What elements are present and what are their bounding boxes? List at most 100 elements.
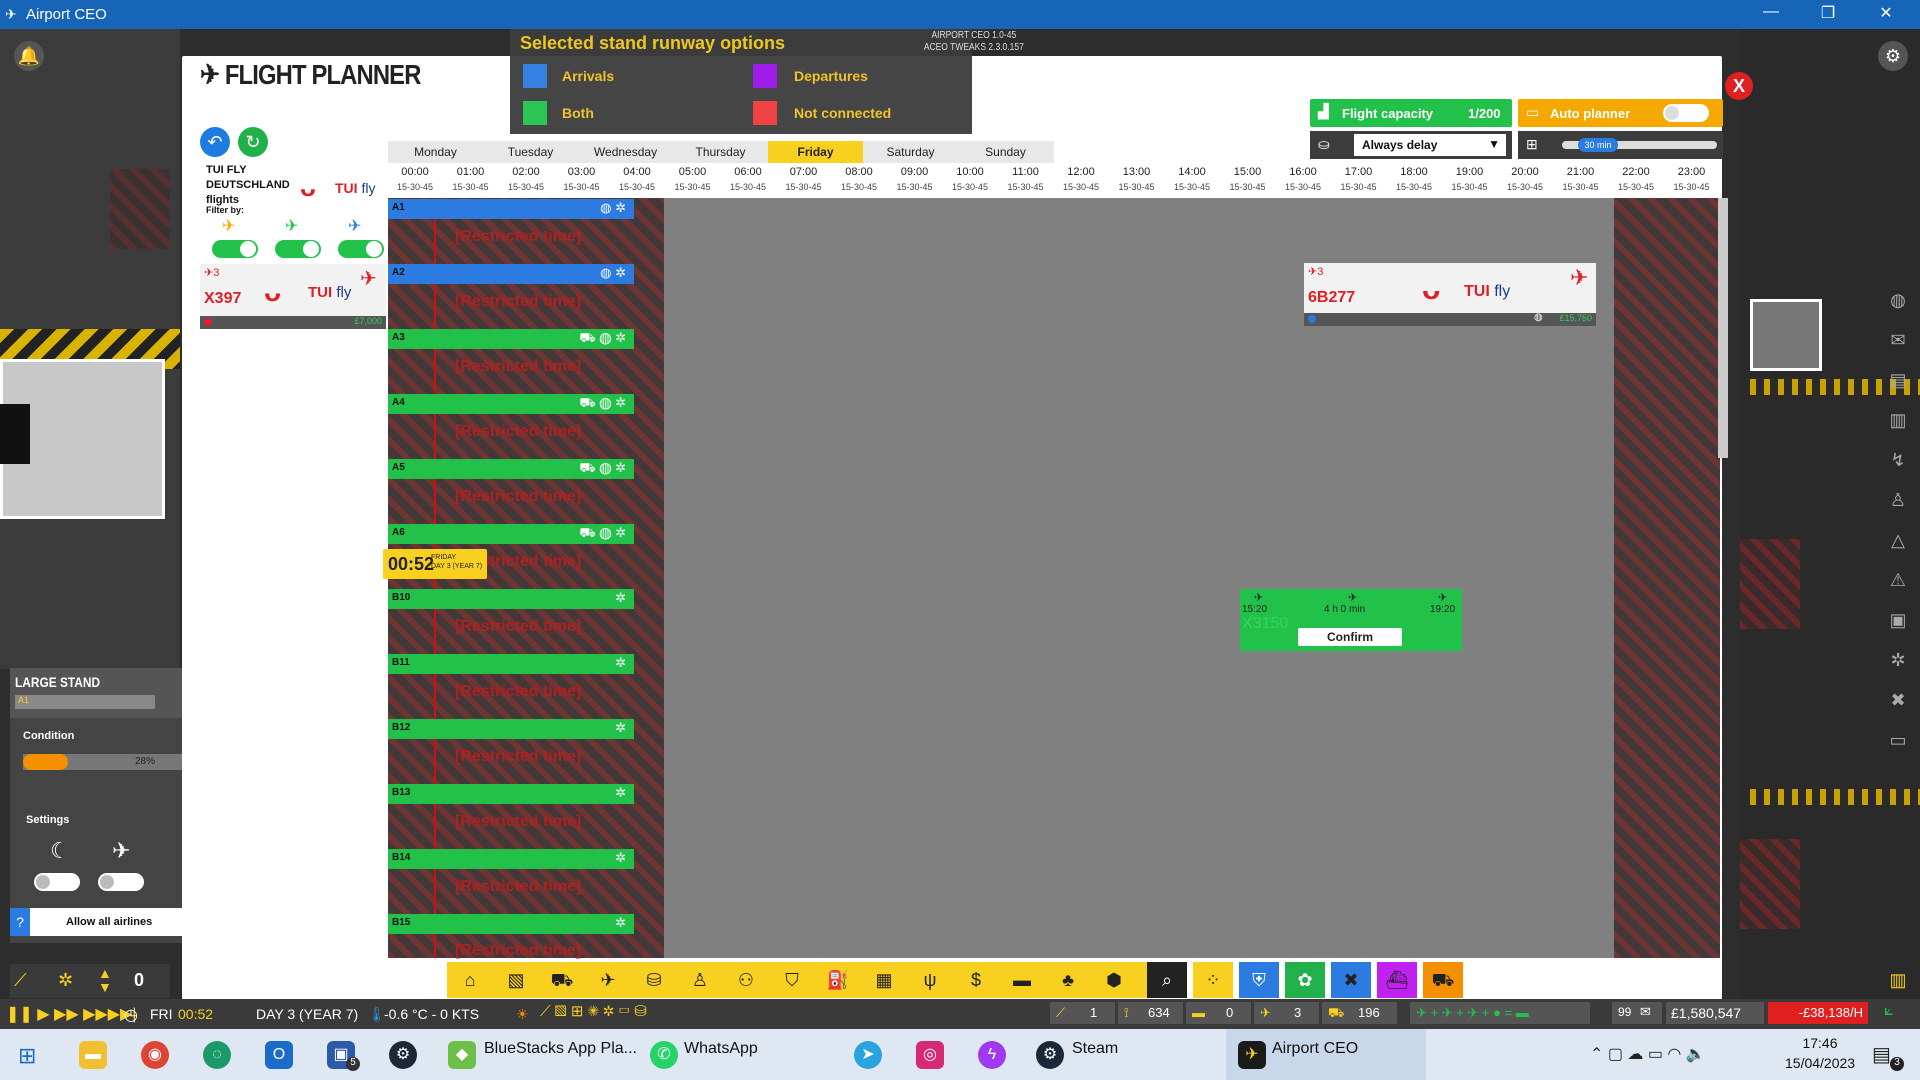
- confirm-button[interactable]: Confirm: [1298, 628, 1402, 646]
- tools-icon[interactable]: ✖: [1880, 680, 1916, 720]
- gear-icon[interactable]: ✲: [615, 655, 626, 671]
- instagram-icon[interactable]: ◎: [916, 1041, 944, 1069]
- filter-toggle-arrivals[interactable]: [338, 240, 384, 258]
- shield-icon[interactable]: ⛨: [1239, 962, 1279, 998]
- baggage-icon[interactable]: ⛁: [634, 962, 674, 998]
- outlook-icon[interactable]: O: [265, 1041, 293, 1069]
- messenger-icon[interactable]: ϟ: [978, 1041, 1006, 1069]
- build-icon[interactable]: ⟋: [14, 970, 27, 991]
- steam-icon[interactable]: ⚙: [389, 1041, 417, 1069]
- gear-icon[interactable]: ✲: [615, 785, 626, 801]
- grid-scrollbar[interactable]: [1718, 198, 1728, 458]
- chart-icon[interactable]: ▥: [1880, 400, 1916, 440]
- people-icon[interactable]: ⚇: [726, 962, 766, 998]
- notification-center-icon[interactable]: ▤: [1872, 1042, 1891, 1067]
- unassigned-flight-card[interactable]: ✈3 X397 ᴗ TUI fly ✈ £7,000: [200, 264, 386, 329]
- filter-toggle-departures[interactable]: [212, 240, 258, 258]
- chrome-icon[interactable]: ◉: [141, 1041, 169, 1069]
- telegram-icon[interactable]: ➤: [854, 1041, 882, 1069]
- runway-tools-icon[interactable]: ✖: [1331, 962, 1371, 998]
- file-explorer-icon[interactable]: ▬: [79, 1041, 107, 1069]
- taskbar-clock[interactable]: 17:46 15/04/2023: [1785, 1035, 1855, 1071]
- vehicle-tool-icon[interactable]: ⛟: [1423, 962, 1463, 998]
- filter-toggle-both[interactable]: [275, 240, 321, 258]
- monitor-icon[interactable]: ▭: [1880, 720, 1916, 760]
- close-window-button[interactable]: ✕: [1866, 3, 1906, 23]
- auto-planner-toggle[interactable]: [1663, 104, 1709, 122]
- globe-gear-icon[interactable]: ◍ ✲: [600, 265, 626, 281]
- shop-icon[interactable]: ▦: [864, 962, 904, 998]
- close-planner-button[interactable]: X: [1725, 72, 1753, 100]
- stand-row-a6[interactable]: A6 ⛟ ◍ ✲: [388, 524, 634, 544]
- zone-icon[interactable]: ▧: [496, 962, 536, 998]
- mail-counter[interactable]: 99 ✉: [1612, 1002, 1662, 1024]
- globe-gear-icon[interactable]: ◍ ✲: [600, 200, 626, 216]
- box-icon[interactable]: ⬢: [1094, 962, 1134, 998]
- staff-icon[interactable]: ♙: [680, 962, 720, 998]
- vehicle-icon[interactable]: ▣: [1880, 600, 1916, 640]
- bus-globe-gear-icon[interactable]: ⛟ ◍ ✲: [579, 525, 626, 543]
- gear-icon[interactable]: ✲: [615, 915, 626, 931]
- stand-row-b15[interactable]: B15 ✲: [388, 914, 634, 934]
- food-icon[interactable]: ψ: [910, 962, 950, 998]
- undo-button[interactable]: ↶: [200, 127, 230, 157]
- airport-ceo-icon[interactable]: ✈: [1238, 1041, 1266, 1069]
- stand-row-a3[interactable]: A3 ⛟ ◍ ✲: [388, 329, 634, 349]
- windows-start-icon[interactable]: ⊞: [18, 1043, 36, 1069]
- gear-icon[interactable]: ✲: [615, 590, 626, 606]
- document-icon[interactable]: ▤: [1880, 360, 1916, 400]
- taskbar-whatsapp[interactable]: WhatsApp: [684, 1040, 758, 1058]
- cog-icon[interactable]: ✲: [1880, 640, 1916, 680]
- maximize-button[interactable]: ❐: [1808, 3, 1848, 23]
- stand-row-a2[interactable]: A2 ◍ ✲: [388, 264, 634, 284]
- day-saturday[interactable]: Saturday: [863, 141, 958, 163]
- settings-gear-icon[interactable]: ⚙: [1878, 41, 1908, 71]
- system-tray-icons[interactable]: ⌃ ▢ ☁ ▭ ◠ 🔈: [1590, 1044, 1706, 1064]
- money-icon[interactable]: $: [956, 962, 996, 998]
- gear-icon[interactable]: ✲: [615, 720, 626, 736]
- edge-icon[interactable]: ◌: [203, 1041, 231, 1069]
- day-sunday[interactable]: Sunday: [958, 141, 1053, 163]
- night-toggle[interactable]: [34, 873, 80, 891]
- finance-icon[interactable]: ⟀: [1884, 1002, 1894, 1020]
- day-friday[interactable]: Friday: [768, 141, 863, 163]
- stand-row-a4[interactable]: A4 ⛟ ◍ ✲: [388, 394, 634, 414]
- stand-row-b10[interactable]: B10 ✲: [388, 589, 634, 609]
- stand-row-a1[interactable]: A1 ◍ ✲: [388, 199, 634, 219]
- speed-controls[interactable]: ❚❚ ▶ ▶▶ ▶▶▶▶|: [6, 1004, 136, 1024]
- bluestacks-icon[interactable]: ◆: [448, 1041, 476, 1069]
- mail-icon[interactable]: ✉: [1880, 320, 1916, 360]
- departure-tool-icon[interactable]: ⛴: [1377, 962, 1417, 998]
- minimize-button[interactable]: —: [1751, 3, 1791, 21]
- search-icon[interactable]: ⌕: [1147, 962, 1187, 998]
- taskbar-steam[interactable]: Steam: [1072, 1040, 1118, 1058]
- seating-icon[interactable]: ▬: [1002, 962, 1042, 998]
- whatsapp-icon[interactable]: ✆: [650, 1041, 678, 1069]
- aircraft-icon[interactable]: ✈: [588, 962, 628, 998]
- route-icon[interactable]: ↯: [1880, 440, 1916, 480]
- bus-globe-gear-icon[interactable]: ⛟ ◍ ✲: [579, 330, 626, 348]
- staff-icon[interactable]: ♙: [1880, 480, 1916, 520]
- flight-placement-preview[interactable]: ✈ ✈ ✈ 15:20 4 h 0 min 19:20 X3150 Confir…: [1240, 589, 1462, 651]
- delay-select[interactable]: Always delay ▼: [1354, 134, 1506, 156]
- notifications-bell-icon[interactable]: 🔔: [14, 41, 44, 71]
- overlay-icons[interactable]: ⟋ ▧ ⊞ ✺ ✲ ▭ ⛁: [540, 1002, 780, 1024]
- taskbar-bluestacks[interactable]: BlueStacks App Pla...: [484, 1040, 637, 1058]
- day-tuesday[interactable]: Tuesday: [483, 141, 578, 163]
- day-wednesday[interactable]: Wednesday: [578, 141, 673, 163]
- aircraft-toggle[interactable]: [98, 873, 144, 891]
- bus-globe-gear-icon[interactable]: ⛟ ◍ ✲: [579, 395, 626, 413]
- globe-icon[interactable]: ◍: [1880, 280, 1916, 320]
- allow-all-airlines-button[interactable]: Allow all airlines: [30, 908, 182, 936]
- gear-icon[interactable]: ✲: [58, 970, 73, 991]
- help-icon[interactable]: ?: [10, 908, 30, 936]
- decor-icon[interactable]: ♣: [1048, 962, 1088, 998]
- day-thursday[interactable]: Thursday: [673, 141, 768, 163]
- floor-updown-icon[interactable]: ▲ ▼: [98, 966, 112, 994]
- stats-icon[interactable]: ▥: [1880, 962, 1916, 998]
- day-monday[interactable]: Monday: [388, 141, 483, 163]
- fuel-icon[interactable]: ⛽: [818, 962, 858, 998]
- bell-icon[interactable]: △: [1880, 520, 1916, 560]
- stand-row-b13[interactable]: B13 ✲: [388, 784, 634, 804]
- steam-icon[interactable]: ⚙: [1036, 1041, 1064, 1069]
